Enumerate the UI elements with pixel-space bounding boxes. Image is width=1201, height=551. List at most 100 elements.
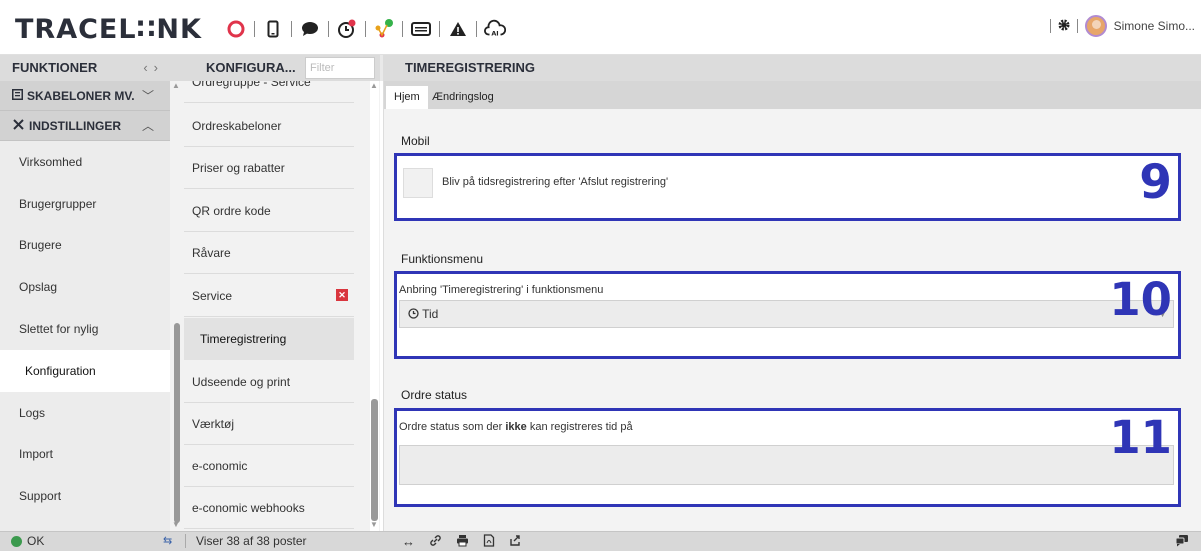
order-status-input[interactable] bbox=[399, 445, 1174, 485]
section-title-mobil: Mobil bbox=[401, 134, 430, 148]
warning-icon[interactable] bbox=[447, 18, 469, 40]
scroll-up-icon[interactable]: ▲ bbox=[172, 81, 180, 90]
sidebar-nav-arrows[interactable]: ‹› bbox=[143, 55, 164, 81]
sidebar-section-label: SKABELONER MV. bbox=[27, 88, 135, 103]
list-item[interactable]: Råvare bbox=[184, 232, 354, 274]
config-list: Ordregruppe - Service Ordreskabeloner Pr… bbox=[170, 81, 380, 531]
status-tools: ↔ bbox=[402, 534, 522, 550]
sidebar-section-templates[interactable]: SKABELONER MV. ﹀ bbox=[0, 81, 170, 111]
list-item[interactable]: Udseende og print bbox=[184, 361, 354, 403]
print-icon[interactable] bbox=[456, 534, 469, 550]
divider bbox=[1049, 19, 1051, 33]
remove-icon[interactable]: ✕ bbox=[336, 289, 348, 301]
funktioner-title: FUNKTIONER bbox=[12, 60, 98, 75]
swap-icon[interactable]: ⇆ bbox=[163, 534, 172, 547]
annotation-number: 9 bbox=[1139, 155, 1172, 210]
chevron-left-icon[interactable]: ‹ bbox=[143, 60, 153, 75]
list-item[interactable]: Priser og rabatter bbox=[184, 147, 354, 189]
sidebar-item-import[interactable]: Import bbox=[0, 434, 170, 476]
section-title-ordre-status: Ordre status bbox=[401, 388, 468, 402]
phone-icon[interactable] bbox=[262, 18, 284, 40]
clock-icon bbox=[408, 307, 422, 321]
top-bar: TRACEL∷NK AI Simone Simo... bbox=[0, 0, 1201, 55]
template-icon bbox=[12, 88, 23, 103]
page-header: TIMEREGISTRERING bbox=[383, 55, 1201, 81]
pdf-icon[interactable] bbox=[483, 534, 495, 550]
sidebar-item-opslag[interactable]: Opslag bbox=[0, 266, 170, 308]
tab-hjem[interactable]: Hjem bbox=[386, 86, 428, 109]
scroll-up-icon[interactable]: ▲ bbox=[370, 81, 378, 90]
sidebar-item-brugergrupper[interactable]: Brugergrupper bbox=[0, 183, 170, 225]
tab-aendringslog[interactable]: Ændringslog bbox=[424, 86, 502, 109]
list-item-service[interactable]: Service ✕ bbox=[184, 275, 354, 317]
cloud-ai-icon[interactable]: AI bbox=[484, 18, 506, 40]
chevron-down-icon[interactable]: ﹀ bbox=[142, 87, 154, 104]
toolbar-divider bbox=[254, 21, 255, 37]
filter-input[interactable]: Filter bbox=[305, 57, 375, 79]
ordre-status-card: Ordre status som der ikke kan registrere… bbox=[394, 408, 1181, 507]
sidebar-item-slettet[interactable]: Slettet for nylig bbox=[0, 308, 170, 350]
sidebar: SKABELONER MV. ﹀ INDSTILLINGER ︿ Virksom… bbox=[0, 81, 170, 531]
scrollbar-right[interactable]: ▲ ▼ bbox=[370, 81, 379, 531]
chat-icon[interactable] bbox=[1175, 534, 1189, 550]
toolbar-divider bbox=[402, 21, 403, 37]
field-label-part: kan registreres tid på bbox=[526, 421, 633, 433]
toolbar-divider bbox=[476, 21, 477, 37]
sidebar-section-settings[interactable]: INDSTILLINGER ︿ bbox=[0, 111, 170, 141]
lifebuoy-icon[interactable] bbox=[225, 18, 247, 40]
field-label-emphasis: ikke bbox=[505, 421, 527, 433]
svg-text:AI: AI bbox=[491, 29, 498, 37]
section-title-funktionsmenu: Funktionsmenu bbox=[401, 252, 484, 266]
status-text: OK bbox=[27, 534, 45, 548]
main-panel: Hjem Ændringslog Mobil Bliv på tidsregis… bbox=[383, 81, 1201, 531]
chevron-right-icon[interactable]: › bbox=[154, 60, 164, 75]
status-indicator: OK bbox=[11, 534, 44, 548]
link-icon[interactable] bbox=[429, 534, 442, 550]
tools-icon bbox=[12, 118, 25, 134]
toolbar-divider bbox=[328, 21, 329, 37]
list-item[interactable]: Ordregruppe - Service bbox=[184, 81, 354, 103]
user-area: Simone Simo... bbox=[1049, 15, 1195, 37]
resize-icon[interactable]: ↔ bbox=[402, 534, 415, 550]
clock-icon[interactable] bbox=[336, 18, 358, 40]
konfiguration-title: KONFIGURA... bbox=[206, 60, 296, 75]
chat-icon[interactable] bbox=[299, 18, 321, 40]
network-icon[interactable] bbox=[373, 18, 395, 40]
scrollbar-thumb[interactable] bbox=[174, 323, 180, 523]
gear-icon[interactable] bbox=[1058, 19, 1070, 34]
list-item[interactable]: e-conomic webhooks bbox=[184, 487, 354, 529]
list-item[interactable]: Værktøj bbox=[184, 403, 354, 445]
mobil-card: Bliv på tidsregistrering efter 'Afslut r… bbox=[394, 153, 1181, 221]
sidebar-item-virksomhed[interactable]: Virksomhed bbox=[0, 141, 170, 183]
stay-on-registration-checkbox[interactable] bbox=[403, 168, 433, 198]
scrollbar-left[interactable]: ▲ ▼ bbox=[172, 81, 180, 531]
toolbar-icons: AI bbox=[221, 16, 510, 42]
list-item-label: Service bbox=[192, 288, 233, 303]
list-item[interactable]: e-conomic bbox=[184, 445, 354, 487]
sidebar-item-logs[interactable]: Logs bbox=[0, 392, 170, 434]
chevron-up-icon[interactable]: ︿ bbox=[142, 117, 154, 134]
keyboard-icon[interactable] bbox=[410, 18, 432, 40]
app-logo[interactable]: TRACEL∷NK bbox=[15, 14, 202, 45]
function-menu-select[interactable]: Tid ▼ bbox=[399, 300, 1174, 328]
field-label: Ordre status som der ikke kan registrere… bbox=[399, 421, 633, 433]
scroll-down-icon[interactable]: ▼ bbox=[172, 520, 180, 529]
field-label-part: Ordre status som der bbox=[399, 421, 506, 433]
record-count: Viser 38 af 38 poster bbox=[185, 534, 307, 548]
konfiguration-header: KONFIGURA... Filter bbox=[170, 55, 380, 81]
scrollbar-thumb[interactable] bbox=[371, 399, 378, 521]
toolbar-divider bbox=[291, 21, 292, 37]
user-name[interactable]: Simone Simo... bbox=[1114, 19, 1195, 33]
sidebar-item-konfiguration[interactable]: Konfiguration bbox=[0, 349, 170, 392]
share-icon[interactable] bbox=[509, 534, 522, 550]
scroll-down-icon[interactable]: ▼ bbox=[370, 520, 378, 529]
list-item[interactable]: Ordreskabeloner bbox=[184, 105, 354, 147]
annotation-number: 10 bbox=[1109, 273, 1172, 326]
sidebar-item-brugere[interactable]: Brugere bbox=[0, 225, 170, 267]
list-item[interactable]: QR ordre kode bbox=[184, 190, 354, 232]
avatar[interactable] bbox=[1084, 15, 1107, 37]
divider bbox=[1076, 19, 1078, 33]
list-item-active[interactable]: Timeregistrering bbox=[184, 318, 354, 360]
sidebar-item-support[interactable]: Support bbox=[0, 475, 170, 517]
status-ok-icon bbox=[11, 535, 22, 547]
